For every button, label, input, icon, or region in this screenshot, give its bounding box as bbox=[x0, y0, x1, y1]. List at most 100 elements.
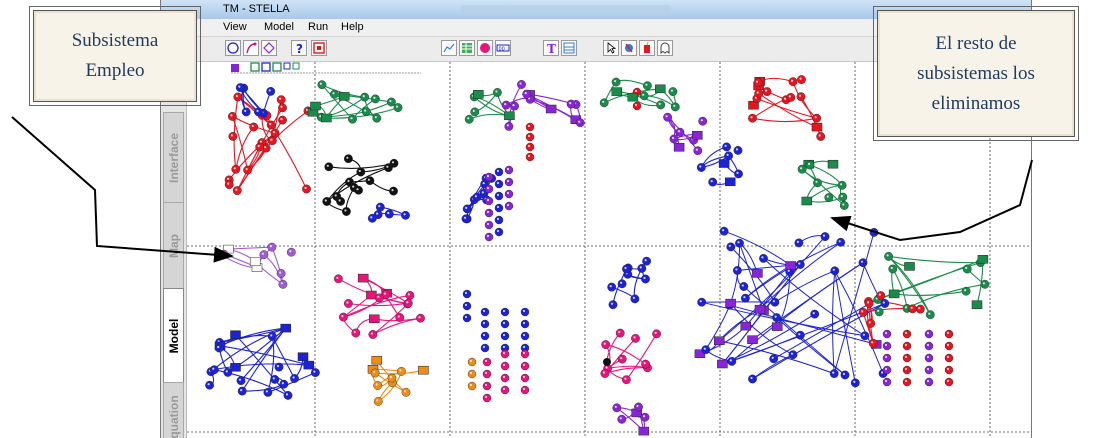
stock-node bbox=[297, 352, 309, 361]
converter-node bbox=[693, 146, 703, 156]
converter-node bbox=[719, 226, 729, 236]
converter-node bbox=[520, 331, 530, 341]
stock-node bbox=[692, 131, 703, 140]
stock-node bbox=[371, 355, 383, 365]
tab-interface[interactable]: Interface bbox=[163, 112, 184, 204]
svg-text:T: T bbox=[547, 42, 556, 55]
converter-node bbox=[612, 403, 622, 413]
callout-subsistema-empleo: Subsistema Empleo bbox=[29, 6, 201, 106]
converter-node bbox=[836, 237, 846, 247]
converter-node bbox=[652, 329, 661, 339]
converter-node bbox=[759, 253, 768, 263]
converter-node bbox=[631, 333, 640, 343]
converter-node bbox=[520, 349, 530, 359]
converter-node bbox=[387, 373, 397, 383]
table-icon[interactable] bbox=[459, 40, 475, 56]
converter-node bbox=[902, 341, 912, 351]
converter-node bbox=[748, 374, 757, 384]
dynamite-icon[interactable] bbox=[639, 40, 655, 56]
stock-node bbox=[888, 289, 900, 299]
stock-node bbox=[338, 92, 350, 101]
menu-view[interactable]: View bbox=[223, 21, 247, 33]
help-icon[interactable]: ? bbox=[291, 40, 307, 56]
stock-node bbox=[827, 159, 839, 169]
converter-node bbox=[504, 177, 514, 187]
converter-node bbox=[924, 365, 934, 375]
converter-node bbox=[329, 89, 339, 99]
circle-tool-icon[interactable] bbox=[225, 40, 241, 56]
converter-node bbox=[611, 77, 621, 87]
tab-equation[interactable]: quation bbox=[163, 382, 184, 438]
converter-node bbox=[675, 127, 685, 137]
stock-node bbox=[655, 84, 666, 94]
converter-node bbox=[525, 152, 535, 162]
converter-node bbox=[850, 378, 860, 388]
converter-node bbox=[484, 184, 494, 194]
converter-node bbox=[769, 354, 779, 364]
converter-node bbox=[566, 99, 576, 109]
converter-node bbox=[500, 349, 510, 359]
converter-node bbox=[830, 266, 840, 276]
converter-node bbox=[786, 93, 796, 102]
menu-help[interactable]: Help bbox=[341, 21, 364, 33]
numeric-display-icon[interactable]: 00 bbox=[495, 40, 511, 56]
converter-node bbox=[367, 213, 377, 223]
converter-node bbox=[961, 286, 971, 296]
converter-node bbox=[403, 298, 413, 308]
stock-node bbox=[904, 262, 915, 271]
converter-node bbox=[575, 118, 585, 128]
graph-icon[interactable] bbox=[441, 40, 457, 56]
title-bar-blur bbox=[461, 5, 671, 14]
tab-model[interactable]: Model bbox=[163, 288, 184, 384]
decision-tool-icon[interactable] bbox=[261, 40, 277, 56]
converter-node bbox=[840, 370, 850, 380]
ghost-icon[interactable] bbox=[657, 40, 673, 56]
converter-node bbox=[504, 122, 514, 131]
converter-node bbox=[274, 362, 284, 372]
converter-node bbox=[735, 238, 744, 248]
converter-node bbox=[601, 340, 611, 349]
converter-node bbox=[915, 304, 925, 314]
pointer-icon[interactable] bbox=[603, 40, 619, 56]
converter-node bbox=[470, 107, 480, 117]
menu-model[interactable]: Model bbox=[264, 21, 294, 33]
converter-node bbox=[734, 169, 743, 179]
tab-map[interactable]: Map bbox=[163, 202, 184, 290]
converter-node bbox=[462, 301, 472, 311]
stock-node bbox=[366, 290, 377, 300]
stock-node bbox=[545, 104, 557, 114]
hand-icon[interactable] bbox=[621, 40, 637, 56]
converter-node bbox=[500, 385, 510, 395]
text-icon[interactable]: T bbox=[543, 40, 559, 56]
converter-node bbox=[617, 354, 627, 364]
converter-node bbox=[209, 365, 219, 375]
converter-node bbox=[228, 132, 238, 141]
converter-node bbox=[267, 242, 277, 252]
stock-node bbox=[249, 257, 261, 267]
converter-node bbox=[874, 307, 884, 317]
menu-run[interactable]: Run bbox=[308, 21, 328, 33]
converter-node bbox=[241, 107, 251, 117]
converter-node bbox=[276, 95, 286, 105]
converter-node bbox=[267, 331, 277, 341]
connector-tool-icon[interactable] bbox=[243, 40, 259, 56]
stock-node bbox=[801, 196, 813, 206]
converter-node bbox=[374, 293, 384, 303]
converter-node bbox=[360, 92, 370, 102]
io-icon[interactable] bbox=[561, 40, 577, 56]
converter-node bbox=[365, 176, 375, 186]
view-tab-strip: Interface Map Model quation bbox=[161, 62, 187, 438]
converter-node bbox=[770, 297, 780, 307]
converter-node bbox=[504, 201, 514, 211]
converter-node bbox=[372, 113, 382, 123]
converter-node bbox=[882, 377, 892, 387]
stop-icon[interactable] bbox=[311, 40, 327, 56]
converter-node bbox=[838, 192, 848, 202]
converter-node bbox=[283, 390, 293, 400]
sector-icon[interactable] bbox=[477, 40, 493, 56]
converter-node bbox=[237, 386, 247, 396]
converter-node bbox=[607, 282, 617, 292]
converter-node bbox=[480, 331, 490, 341]
converter-node bbox=[205, 380, 215, 390]
converter-node bbox=[520, 307, 530, 317]
